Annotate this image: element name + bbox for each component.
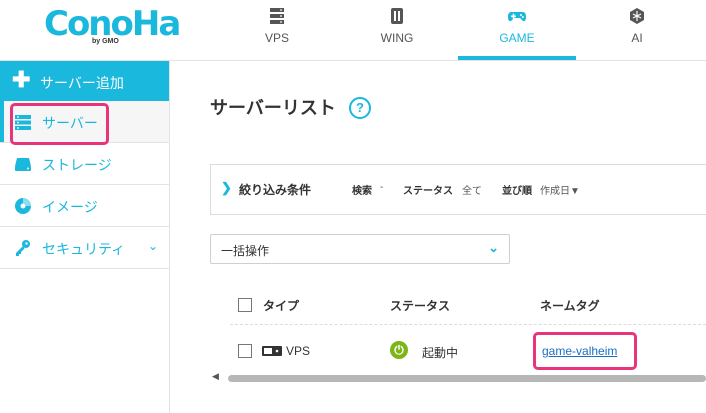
filter-status-value: 全て — [462, 186, 482, 197]
tab-vps-label: VPS — [264, 31, 289, 45]
logo-subtitle: by GMO — [92, 38, 119, 45]
help-icon[interactable]: ? — [349, 97, 371, 119]
chevron-down-icon[interactable]: ⌄ — [148, 239, 158, 253]
tab-ai[interactable]: AI — [578, 0, 696, 60]
add-server-label: サーバー追加 — [40, 75, 124, 91]
nametag-link[interactable]: game-valheim — [542, 344, 617, 358]
wing-cube-icon — [391, 8, 403, 24]
tab-wing-label: WING — [380, 31, 414, 45]
key-icon — [16, 240, 30, 256]
tab-game[interactable]: GAME — [458, 0, 576, 60]
table-header: タイプ ステータス ネームタグ — [230, 290, 706, 325]
sidebar-item-image[interactable]: イメージ — [0, 185, 169, 227]
filter-search-value: - — [380, 182, 384, 193]
row-type: VPS — [286, 344, 311, 358]
top-bar: ConoHa by GMO VPS WING GAME AI — [0, 0, 706, 61]
tab-game-label: GAME — [499, 31, 535, 45]
sidebar-item-label: ストレージ — [42, 157, 112, 173]
chevron-down-icon: ⌄ — [488, 240, 499, 255]
chevron-right-icon[interactable]: ❯ — [221, 180, 232, 196]
storage-icon — [15, 158, 31, 171]
filter-sort-label: 並び順 — [502, 186, 532, 197]
add-server-button[interactable]: ✚ サーバー追加 — [0, 61, 169, 101]
server-stack-icon — [270, 8, 284, 24]
vps-server-icon — [262, 346, 282, 356]
row-status: 起動中 — [422, 346, 459, 360]
gamepad-icon — [508, 12, 526, 22]
active-tab-indicator — [458, 56, 576, 60]
filter-search-label: 検索 — [352, 186, 372, 197]
page-title: サーバーリスト — [210, 98, 336, 118]
column-header-type[interactable]: タイプ — [263, 297, 299, 314]
sidebar-item-security[interactable]: セキュリティ ⌄ — [0, 227, 169, 269]
table-row[interactable]: VPS ⏻ 起動中 game-valheim — [230, 334, 706, 368]
tab-vps[interactable]: VPS — [218, 0, 336, 60]
sidebar-item-label: セキュリティ — [42, 241, 126, 257]
sidebar-item-label: イメージ — [42, 199, 98, 215]
server-icon — [15, 115, 31, 130]
filter-panel[interactable]: ❯ 絞り込み条件 検索 - ステータス 全て 並び順 作成日▼ — [210, 164, 706, 215]
image-disc-icon — [15, 198, 31, 214]
power-on-icon: ⏻ — [390, 341, 408, 359]
plus-icon: ✚ — [12, 67, 31, 92]
sidebar-item-server[interactable]: サーバー — [0, 101, 169, 143]
filter-title[interactable]: 絞り込み条件 — [239, 181, 311, 198]
column-header-status[interactable]: ステータス — [390, 297, 450, 314]
sidebar: ✚ サーバー追加 サーバー ストレージ イメージ セキュリティ ⌄ — [0, 61, 170, 413]
sidebar-item-label: サーバー — [42, 115, 98, 131]
filter-sort-value: 作成日▼ — [540, 186, 580, 197]
select-all-checkbox[interactable] — [238, 298, 252, 312]
column-header-nametag[interactable]: ネームタグ — [540, 297, 600, 314]
tab-wing[interactable]: WING — [338, 0, 456, 60]
tab-ai-label: AI — [631, 31, 643, 45]
sidebar-item-storage[interactable]: ストレージ — [0, 143, 169, 185]
scrollbar-thumb[interactable] — [228, 375, 706, 382]
bulk-action-value: 一括操作 — [221, 244, 270, 258]
filter-status-label: ステータス — [403, 186, 453, 197]
ai-chip-icon — [630, 8, 644, 24]
scroll-left-icon[interactable]: ◀ — [212, 372, 219, 382]
horizontal-scrollbar[interactable]: ◀ — [212, 372, 706, 383]
bulk-action-select[interactable]: 一括操作 ⌄ — [210, 234, 510, 264]
row-checkbox[interactable] — [238, 344, 252, 358]
